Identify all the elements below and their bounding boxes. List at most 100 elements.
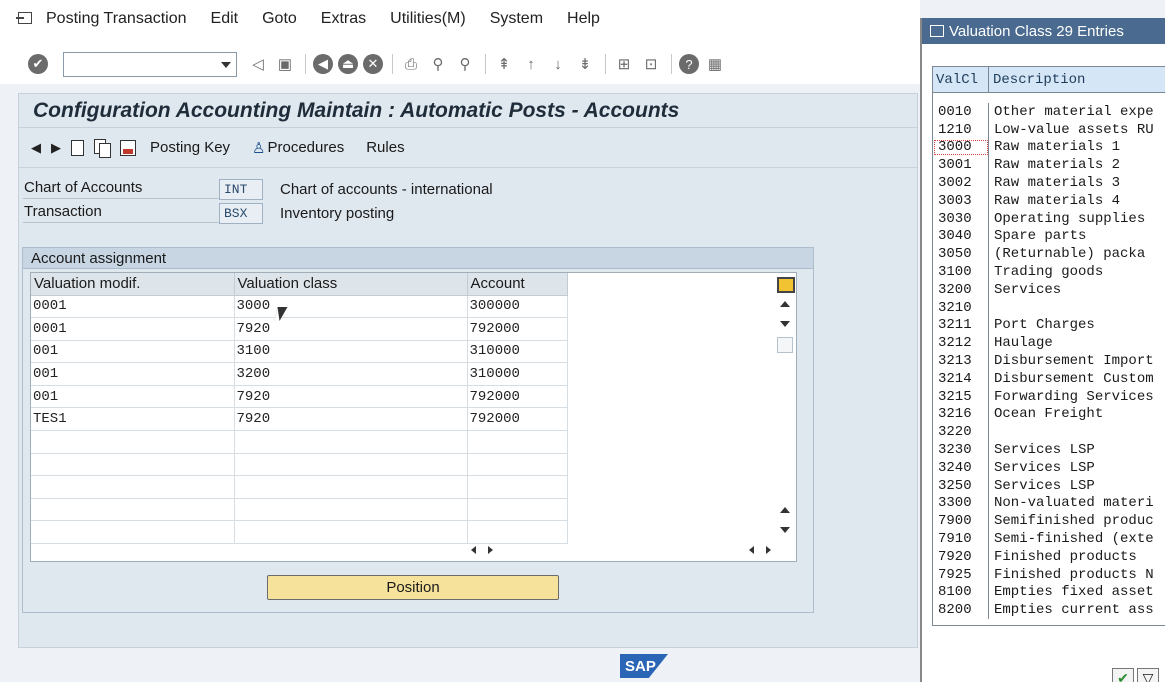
copy-entry-icon[interactable]: [94, 139, 111, 158]
empty-table-row[interactable]: [31, 475, 568, 499]
description-cell[interactable]: Disbursement Custom: [989, 371, 1154, 387]
scroll-down-icon[interactable]: [780, 527, 790, 533]
list-item[interactable]: 1210 Low-value assets RU: [933, 120, 1165, 139]
list-item[interactable]: 3210: [933, 298, 1165, 317]
first-page-icon[interactable]: ⇞: [493, 53, 515, 75]
menu-system[interactable]: System: [490, 10, 543, 34]
valcl-cell[interactable]: 3214: [933, 369, 989, 388]
table-row[interactable]: 001 3100 310000: [31, 340, 568, 364]
table-row[interactable]: 001 3200 310000: [31, 362, 568, 386]
procedures-button[interactable]: Procedures: [268, 139, 345, 156]
account-cell[interactable]: 792000: [467, 385, 568, 409]
valuation-modif-cell[interactable]: 001: [31, 362, 235, 386]
valcl-cell[interactable]: 3002: [933, 174, 989, 192]
command-field[interactable]: [63, 51, 237, 77]
valuation-class-cell[interactable]: 3100: [234, 340, 468, 364]
description-cell[interactable]: Raw materials 4: [989, 193, 1120, 209]
empty-cell[interactable]: [31, 498, 235, 522]
list-item[interactable]: 7925 Finished products N: [933, 565, 1165, 584]
empty-cell[interactable]: [467, 498, 568, 522]
column-header-valuation-class[interactable]: Valuation class: [234, 273, 468, 296]
description-cell[interactable]: Semi-finished (exte: [989, 531, 1154, 547]
save-icon[interactable]: ▣: [274, 53, 296, 75]
rules-button[interactable]: Rules: [366, 139, 404, 156]
list-item[interactable]: 3230 Services LSP: [933, 441, 1165, 459]
back-icon[interactable]: ◀: [313, 54, 333, 74]
table-row[interactable]: TES1 7920 792000: [31, 407, 568, 432]
description-cell[interactable]: (Returnable) packa: [989, 246, 1145, 262]
valuation-class-cell[interactable]: 7920: [234, 317, 468, 341]
menu-posting-transaction[interactable]: Posting Transaction: [46, 10, 187, 34]
description-cell[interactable]: Ocean Freight: [989, 406, 1103, 422]
delete-entry-icon[interactable]: [120, 139, 136, 156]
valcl-cell[interactable]: 3216: [933, 405, 989, 424]
account-cell[interactable]: 792000: [467, 407, 568, 432]
print-icon[interactable]: ⎙: [400, 53, 422, 75]
description-cell[interactable]: Empties fixed asset: [989, 584, 1154, 600]
empty-cell[interactable]: [234, 430, 468, 454]
valcl-cell[interactable]: 3210: [933, 298, 989, 317]
empty-table-row[interactable]: [31, 430, 568, 454]
valuation-modif-cell[interactable]: 0001: [31, 317, 235, 341]
filter-icon[interactable]: ▽: [1137, 668, 1159, 682]
scroll-thumb[interactable]: [777, 337, 793, 353]
column-header-valuation-modif[interactable]: Valuation modif.: [31, 273, 235, 296]
scroll-left-icon[interactable]: [749, 546, 754, 554]
new-entry-icon[interactable]: [71, 139, 84, 156]
empty-cell[interactable]: [467, 430, 568, 454]
list-item[interactable]: 3250 Services LSP: [933, 476, 1165, 495]
list-item[interactable]: 3216 Ocean Freight: [933, 405, 1165, 424]
valcl-cell[interactable]: 3211: [933, 316, 989, 335]
valcl-cell[interactable]: 7910: [933, 530, 989, 548]
valuation-modif-cell[interactable]: TES1: [31, 407, 235, 432]
scroll-up-icon[interactable]: [780, 301, 790, 307]
column-settings-icon[interactable]: [777, 277, 795, 293]
table-row[interactable]: 0001 7920 792000: [31, 317, 568, 341]
horizontal-scrollbar[interactable]: [471, 541, 771, 559]
next-entry-icon[interactable]: ▶: [51, 140, 61, 156]
table-row[interactable]: 001 7920 792000: [31, 385, 568, 409]
empty-cell[interactable]: [31, 475, 235, 499]
empty-cell[interactable]: [467, 475, 568, 499]
column-header-valcl[interactable]: ValCl: [933, 67, 989, 92]
description-cell[interactable]: Raw materials 3: [989, 175, 1120, 191]
description-cell[interactable]: Spare parts: [989, 228, 1086, 244]
valuation-class-cell[interactable]: 3000: [234, 295, 468, 319]
valcl-cell[interactable]: 3250: [933, 476, 989, 495]
list-item[interactable]: 7920 Finished products: [933, 547, 1165, 566]
list-item[interactable]: 3040 Spare parts: [933, 227, 1165, 246]
create-session-icon[interactable]: ⊞: [613, 53, 635, 75]
chart-of-accounts-field[interactable]: INT: [219, 178, 263, 200]
description-cell[interactable]: Non-valuated materi: [989, 495, 1154, 511]
description-cell[interactable]: Forwarding Services: [989, 389, 1154, 405]
valcl-cell[interactable]: 1210: [933, 120, 989, 139]
column-header-description[interactable]: Description: [989, 72, 1085, 88]
menu-help[interactable]: Help: [567, 10, 600, 34]
menu-edit[interactable]: Edit: [211, 10, 239, 34]
description-cell[interactable]: Raw materials 1: [989, 139, 1120, 155]
valcl-cell[interactable]: 3240: [933, 458, 989, 477]
empty-cell[interactable]: [31, 430, 235, 454]
empty-table-row[interactable]: [31, 498, 568, 522]
scroll-right-icon[interactable]: [488, 546, 493, 554]
valuation-modif-cell[interactable]: 001: [31, 385, 235, 409]
menu-goto[interactable]: Goto: [262, 10, 297, 34]
scroll-down-icon[interactable]: [780, 321, 790, 327]
description-cell[interactable]: Raw materials 2: [989, 157, 1120, 173]
valcl-cell[interactable]: 3000: [933, 138, 989, 157]
posting-key-button[interactable]: Posting Key: [150, 139, 230, 156]
list-item[interactable]: 7910 Semi-finished (exte: [933, 530, 1165, 548]
scroll-up-icon[interactable]: [780, 507, 790, 513]
list-item[interactable]: 3214 Disbursement Custom: [933, 369, 1165, 388]
empty-cell[interactable]: [234, 453, 468, 477]
description-cell[interactable]: Empties current ass: [989, 602, 1154, 618]
valcl-cell[interactable]: 7925: [933, 565, 989, 584]
valcl-cell[interactable]: 0010: [933, 103, 989, 121]
valcl-cell[interactable]: 3030: [933, 209, 989, 228]
empty-cell[interactable]: [234, 520, 468, 545]
description-cell[interactable]: Finished products: [989, 549, 1137, 565]
valcl-cell[interactable]: 3003: [933, 191, 989, 210]
scroll-left-icon[interactable]: [471, 546, 476, 554]
list-item[interactable]: 3300 Non-valuated materi: [933, 494, 1165, 513]
back-triangle-icon[interactable]: ◁: [247, 53, 269, 75]
